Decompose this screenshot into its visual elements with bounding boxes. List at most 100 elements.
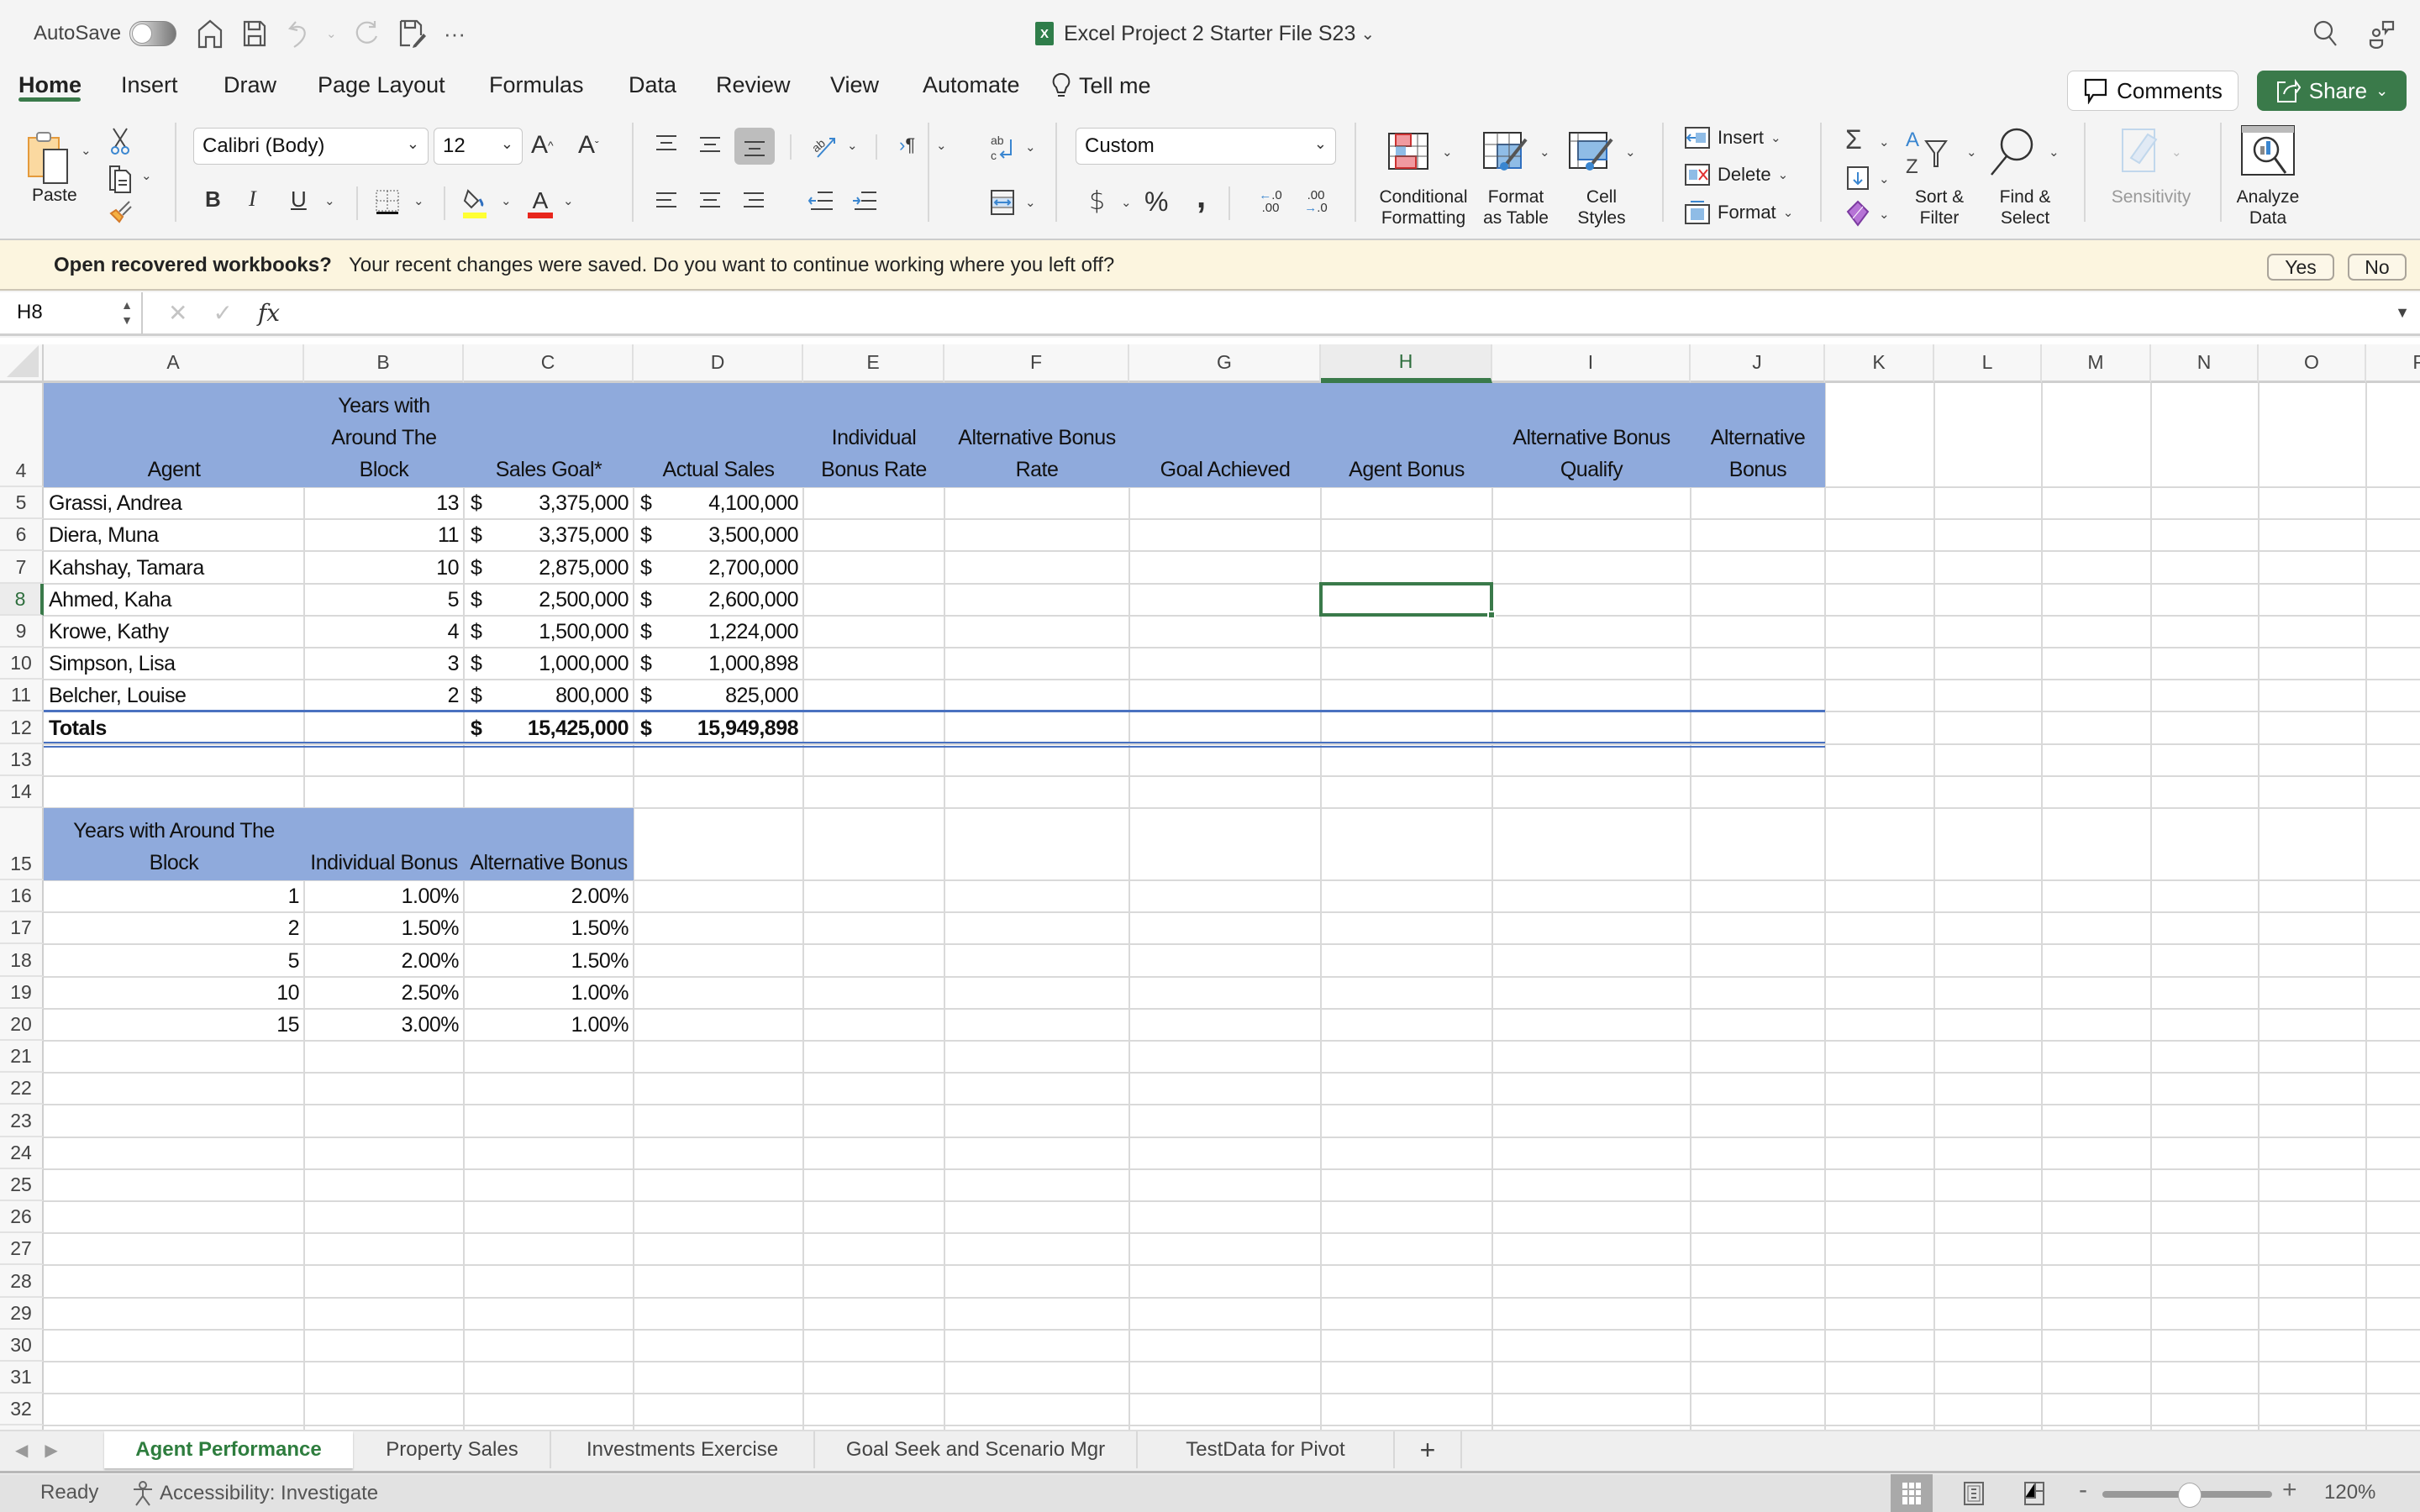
sensitivity-label[interactable]: Sensitivity xyxy=(2101,186,2202,207)
document-title[interactable]: X Excel Project 2 Starter File S23 ⌄ xyxy=(1035,15,1375,52)
bonus-years-cell[interactable]: 1 xyxy=(44,880,304,912)
find-select-label[interactable]: Find & Select xyxy=(1993,186,2057,228)
redo-icon[interactable] xyxy=(355,15,380,52)
notification-yes-button[interactable]: Yes xyxy=(2267,254,2334,281)
format-as-table-icon[interactable] xyxy=(1482,131,1529,171)
sheet-tab-agent-performance[interactable]: Agent Performance xyxy=(104,1431,353,1468)
name-box[interactable]: H8 ▲ ▼ xyxy=(0,292,143,334)
actual-sales-cell[interactable]: $1,000,898 xyxy=(634,648,803,680)
cell-styles-dropdown-icon[interactable]: ⌄ xyxy=(1625,144,1636,160)
cell-styles-label[interactable]: Cell Styles xyxy=(1576,186,1627,228)
sales-goal-cell[interactable]: $3,375,000 xyxy=(464,487,634,519)
actual-sales-cell[interactable]: $2,700,000 xyxy=(634,551,803,583)
paragraph-direction-icon[interactable]: › ¶ xyxy=(899,134,915,156)
column-header-i[interactable]: I xyxy=(1492,344,1691,383)
format-painter-icon[interactable] xyxy=(106,197,134,227)
increase-indent-icon[interactable] xyxy=(850,188,879,213)
font-name-select[interactable]: Calibri (Body) ⌄ xyxy=(193,128,429,165)
sales-goal-cell[interactable]: $800,000 xyxy=(464,680,634,711)
years-cell[interactable]: 11 xyxy=(304,519,464,551)
header-cell-e[interactable]: Individual Bonus Rate xyxy=(803,383,944,487)
page-layout-view-button[interactable] xyxy=(1958,1474,1990,1512)
cell-styles-icon[interactable] xyxy=(1568,131,1615,171)
align-bottom-button[interactable] xyxy=(734,128,775,165)
agent-name-cell[interactable]: Kahshay, Tamara xyxy=(44,551,304,583)
sales-goal-cell[interactable]: $1,000,000 xyxy=(464,648,634,680)
insert-function-icon[interactable]: fx xyxy=(258,299,280,327)
actual-sales-cell[interactable]: $4,100,000 xyxy=(634,487,803,519)
bonus-years-cell[interactable]: 2 xyxy=(44,912,304,944)
header-cell-a[interactable]: Agent xyxy=(44,383,304,487)
individual-bonus-cell[interactable]: 1.00% xyxy=(304,880,464,912)
row-header-22[interactable]: 22 xyxy=(0,1073,44,1105)
sensitivity-dropdown-icon[interactable]: ⌄ xyxy=(2171,144,2182,160)
merge-center-icon[interactable] xyxy=(988,188,1017,217)
paragraph-dropdown-icon[interactable]: ⌄ xyxy=(936,138,947,153)
column-header-p[interactable]: P xyxy=(2366,344,2420,383)
row-header-16[interactable]: 16 xyxy=(0,880,44,913)
sales-goal-cell[interactable]: $3,375,000 xyxy=(464,519,634,551)
column-header-f[interactable]: F xyxy=(944,344,1129,383)
tab-home[interactable]: Home xyxy=(18,72,82,98)
currency-format-button[interactable]: $ xyxy=(1089,186,1105,216)
row-header-8[interactable]: 8 xyxy=(0,583,44,616)
agent-name-cell[interactable]: Krowe, Kathy xyxy=(44,616,304,648)
actual-sales-cell[interactable]: $3,500,000 xyxy=(634,519,803,551)
formula-input[interactable] xyxy=(306,296,2390,331)
comma-style-button[interactable]: , xyxy=(1197,178,1206,216)
zoom-level[interactable]: 120% xyxy=(2324,1481,2375,1504)
row-header-26[interactable]: 26 xyxy=(0,1201,44,1234)
fill-dropdown-icon[interactable]: ⌄ xyxy=(1879,171,1890,186)
alternative-bonus-cell[interactable]: 1.50% xyxy=(464,944,634,976)
sort-filter-dropdown-icon[interactable]: ⌄ xyxy=(1966,144,1977,160)
undo-dropdown-icon[interactable]: ⌄ xyxy=(326,15,337,52)
italic-button[interactable]: I xyxy=(249,186,256,212)
row-header-18[interactable]: 18 xyxy=(0,944,44,977)
previous-sheet-icon[interactable]: ◀ xyxy=(15,1440,28,1461)
format-as-table-label[interactable]: Format as Table xyxy=(1479,186,1553,228)
decrease-indent-icon[interactable] xyxy=(807,188,835,213)
years-cell[interactable]: 2 xyxy=(304,680,464,711)
sales-goal-cell[interactable]: $1,500,000 xyxy=(464,616,634,648)
header-cell-j[interactable]: Alternative Bonus xyxy=(1691,383,1825,487)
agent-name-cell[interactable]: Belcher, Louise xyxy=(44,680,304,711)
sheet-tab-testdata-pivot[interactable]: TestData for Pivot xyxy=(1138,1431,1395,1468)
column-header-d[interactable]: D xyxy=(634,344,803,383)
home-icon[interactable] xyxy=(197,15,224,52)
tab-insert[interactable]: Insert xyxy=(121,72,178,98)
sort-filter-icon[interactable]: AZ xyxy=(1904,128,1963,176)
conditional-formatting-label[interactable]: Conditional Formatting xyxy=(1371,186,1476,228)
number-format-select[interactable]: Custom ⌄ xyxy=(1076,128,1336,165)
fill-down-icon[interactable] xyxy=(1845,165,1870,192)
font-color-dropdown-icon[interactable]: ⌄ xyxy=(563,193,574,208)
row-header-24[interactable]: 24 xyxy=(0,1137,44,1169)
column-header-a[interactable]: A xyxy=(44,344,304,383)
column-header-g[interactable]: G xyxy=(1129,344,1321,383)
totals-label-cell[interactable]: Totals xyxy=(44,711,304,743)
column-header-j[interactable]: J xyxy=(1691,344,1825,383)
sales-goal-cell[interactable]: $2,875,000 xyxy=(464,551,634,583)
format-cells-button[interactable]: Format ⌄ xyxy=(1684,200,1793,225)
zoom-slider-handle[interactable] xyxy=(2178,1483,2202,1508)
underline-dropdown-icon[interactable]: ⌄ xyxy=(324,193,335,208)
font-size-select[interactable]: 12 ⌄ xyxy=(434,128,523,165)
autosum-dropdown-icon[interactable]: ⌄ xyxy=(1879,134,1890,150)
undo-icon[interactable] xyxy=(287,15,313,52)
years-cell[interactable]: 10 xyxy=(304,551,464,583)
insert-cells-button[interactable]: Insert ⌄ xyxy=(1684,126,1781,150)
collaborate-icon[interactable] xyxy=(2368,15,2396,52)
comments-button[interactable]: Comments xyxy=(2067,71,2238,111)
column-header-l[interactable]: L xyxy=(1934,344,2042,383)
more-options-icon[interactable]: ··· xyxy=(444,15,466,52)
conditional-formatting-dropdown-icon[interactable]: ⌄ xyxy=(1442,144,1453,160)
increase-decimal-icon[interactable]: ←.0.00 xyxy=(1255,186,1286,217)
sales-goal-cell[interactable]: $2,500,000 xyxy=(464,584,634,616)
wrap-text-dropdown-icon[interactable]: ⌄ xyxy=(1025,139,1036,155)
paste-icon[interactable] xyxy=(24,128,74,186)
row-header-20[interactable]: 20 xyxy=(0,1008,44,1041)
bonus-years-cell[interactable]: 10 xyxy=(44,977,304,1009)
row-header-17[interactable]: 17 xyxy=(0,912,44,945)
row-header-32[interactable]: 32 xyxy=(0,1394,44,1426)
align-left-icon[interactable] xyxy=(654,190,679,213)
row-header-5[interactable]: 5 xyxy=(0,487,44,520)
